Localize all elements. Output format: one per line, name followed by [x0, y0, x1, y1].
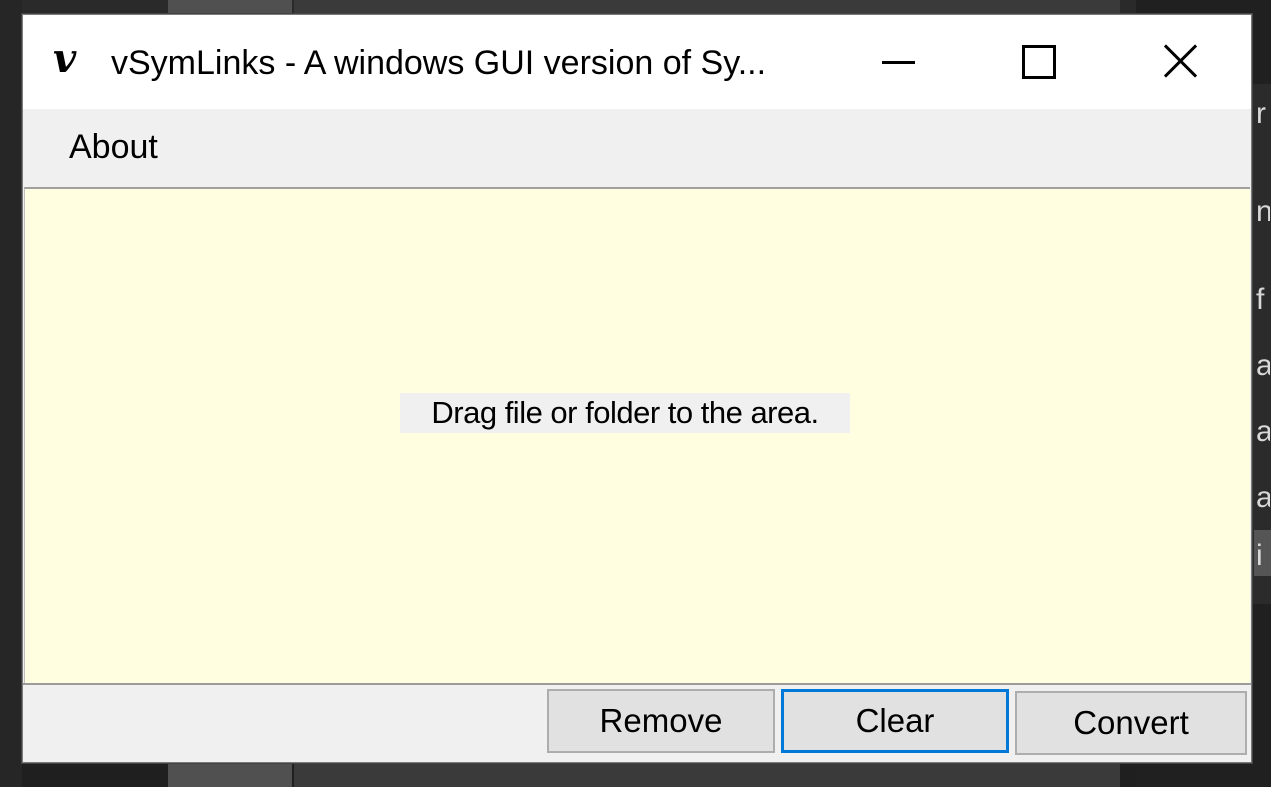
menu-bar: About	[23, 109, 1251, 185]
close-button[interactable]	[1111, 15, 1251, 109]
app-logo-icon: v	[53, 35, 77, 82]
maximize-button[interactable]	[969, 15, 1109, 109]
window-title: vSymLinks - A windows GUI version of Sy.…	[111, 44, 767, 82]
background-text: a	[1256, 415, 1270, 448]
background-text: r	[1256, 97, 1266, 130]
background-text: n	[1256, 195, 1270, 228]
drop-hint-label: Drag file or folder to the area.	[400, 393, 850, 433]
background-text: a	[1256, 349, 1270, 382]
maximize-icon	[1022, 45, 1056, 79]
background-window-edge: r n f a a a i	[1252, 84, 1271, 604]
remove-button[interactable]: Remove	[547, 689, 775, 753]
minimize-button[interactable]	[829, 15, 969, 109]
menu-item-about[interactable]: About	[57, 125, 170, 169]
convert-button[interactable]: Convert	[1015, 691, 1247, 755]
close-icon	[1163, 43, 1199, 79]
minimize-icon	[882, 61, 915, 64]
button-bar: Remove Clear Convert	[23, 683, 1251, 762]
background-text: a	[1256, 481, 1270, 514]
background-text: f	[1256, 283, 1265, 316]
title-bar[interactable]: v vSymLinks - A windows GUI version of S…	[23, 15, 1251, 109]
app-window: v vSymLinks - A windows GUI version of S…	[22, 14, 1252, 763]
background-text: i	[1256, 539, 1263, 572]
clear-button[interactable]: Clear	[781, 689, 1009, 753]
background-strip-left	[0, 0, 22, 787]
file-drop-area[interactable]: Drag file or folder to the area.	[24, 187, 1250, 683]
